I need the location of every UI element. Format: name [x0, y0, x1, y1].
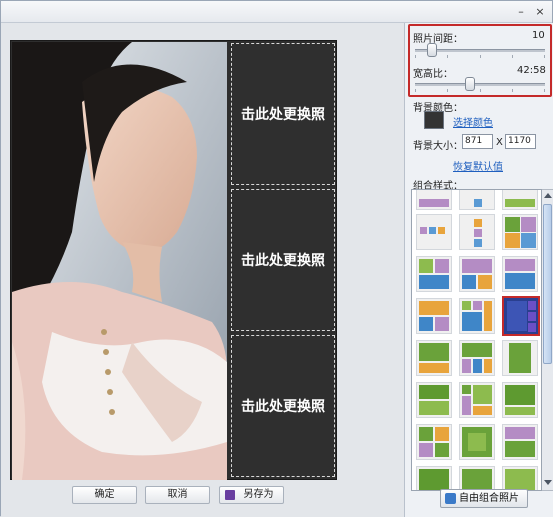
portrait-image: [12, 42, 227, 480]
template-thumbnail[interactable]: [459, 190, 495, 210]
template-scrollbar[interactable]: [542, 189, 553, 491]
bg-size-label: 背景大小：: [413, 141, 463, 152]
template-thumbnail[interactable]: [416, 298, 452, 334]
template-thumbnail[interactable]: [459, 382, 495, 418]
template-grid: [411, 189, 542, 491]
scroll-up-icon[interactable]: [544, 193, 552, 198]
spacing-slider-thumb[interactable]: [427, 43, 437, 57]
spacing-value: 10: [532, 30, 545, 41]
ok-button[interactable]: 确定: [72, 486, 137, 504]
template-thumbnail[interactable]: [416, 190, 452, 210]
bg-width-input[interactable]: 871: [462, 134, 493, 149]
template-thumbnail[interactable]: [416, 214, 452, 250]
template-thumbnail[interactable]: [502, 190, 538, 210]
minimize-icon[interactable]: –: [513, 4, 529, 20]
restore-default-link[interactable]: 恢复默认值: [453, 158, 503, 173]
template-thumbnail[interactable]: [416, 424, 452, 460]
save-as-button[interactable]: 另存为: [219, 486, 284, 504]
template-thumbnail[interactable]: [502, 340, 538, 376]
spacing-slider[interactable]: [415, 43, 545, 59]
cancel-button[interactable]: 取消: [145, 486, 210, 504]
template-thumbnail-selected[interactable]: [502, 296, 540, 336]
template-thumbnail[interactable]: [459, 424, 495, 460]
close-icon[interactable]: ×: [532, 4, 548, 20]
title-bar: – ×: [1, 1, 552, 23]
template-thumbnail[interactable]: [502, 424, 538, 460]
bg-height-input[interactable]: 1170: [505, 134, 536, 149]
preview-area: 击此处更换照 击此处更换照 击此处更换照 确定 取消 另存为: [1, 23, 404, 517]
template-thumbnail[interactable]: [459, 214, 495, 250]
template-thumbnail[interactable]: [502, 466, 538, 490]
template-thumbnail[interactable]: [416, 256, 452, 292]
scroll-down-icon[interactable]: [544, 480, 552, 485]
bg-color-swatch[interactable]: [424, 111, 444, 129]
ratio-slider-thumb[interactable]: [465, 77, 475, 91]
photo-combine-icon: [445, 493, 456, 504]
slot-label: 击此处更换照: [241, 399, 325, 415]
size-separator: X: [496, 137, 503, 148]
collage-canvas: 击此处更换照 击此处更换照 击此处更换照: [10, 40, 337, 480]
choose-color-link[interactable]: 选择颜色: [453, 114, 493, 129]
scrollbar-thumb[interactable]: [543, 204, 552, 364]
ratio-slider[interactable]: [415, 77, 545, 93]
settings-panel: 照片间距： 10 宽高比： 42:58 背景颜色： 选择颜色 背景大小： 871…: [404, 23, 553, 517]
free-combine-label: 自由组合照片: [459, 493, 519, 504]
template-thumbnail[interactable]: [502, 382, 538, 418]
template-thumbnail[interactable]: [459, 298, 495, 334]
photo-slot[interactable]: 击此处更换照: [231, 43, 335, 185]
template-thumbnail[interactable]: [502, 256, 538, 292]
slot-label: 击此处更换照: [241, 253, 325, 269]
template-thumbnail[interactable]: [459, 340, 495, 376]
template-thumbnail[interactable]: [459, 466, 495, 490]
template-thumbnail[interactable]: [416, 466, 452, 490]
save-icon: [225, 490, 235, 500]
save-as-label: 另存为: [243, 489, 274, 500]
template-thumbnail[interactable]: [416, 340, 452, 376]
free-combine-button[interactable]: 自由组合照片: [440, 489, 528, 508]
app-window: – × 击此处更换照 击此处更换照 击此处更换照 确定 取消 另存为 照片间距：…: [0, 0, 553, 517]
template-thumbnail[interactable]: [459, 256, 495, 292]
ratio-value: 42:58: [517, 65, 546, 76]
photo-slot[interactable]: 击此处更换照: [231, 189, 335, 331]
template-thumbnail[interactable]: [416, 382, 452, 418]
template-thumbnail[interactable]: [502, 214, 538, 250]
portrait-photo[interactable]: [12, 42, 227, 480]
photo-slot[interactable]: 击此处更换照: [231, 335, 335, 477]
slot-label: 击此处更换照: [241, 107, 325, 123]
